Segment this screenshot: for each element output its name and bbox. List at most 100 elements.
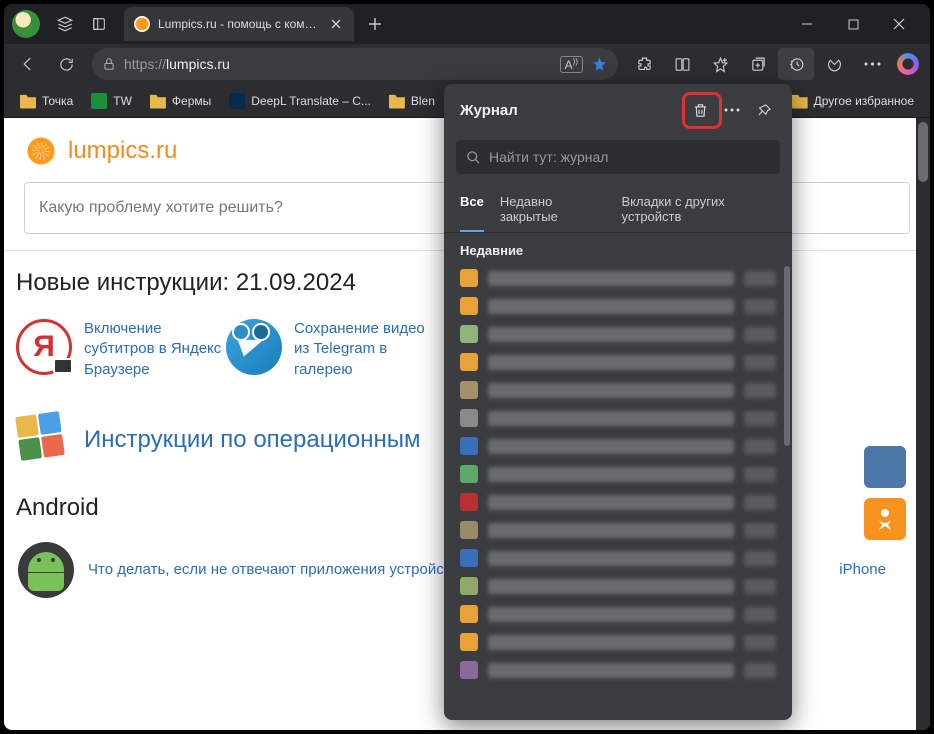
maximize-button[interactable] (830, 7, 876, 41)
history-favicon (460, 437, 478, 455)
url-prefix: https://lumpics.ru (124, 56, 230, 72)
new-tab-button[interactable] (360, 9, 390, 39)
history-tab-all[interactable]: Все (460, 188, 484, 232)
history-favicon (460, 633, 478, 651)
site-logo[interactable] (24, 134, 58, 168)
history-item[interactable] (444, 572, 792, 600)
history-pin-button[interactable] (748, 94, 780, 126)
history-item-time (744, 607, 776, 622)
tab-actions-icon[interactable] (82, 7, 116, 41)
history-item-title (488, 635, 734, 650)
titlebar: Lumpics.ru - помощь с компьют (4, 4, 930, 44)
lock-icon (102, 57, 116, 71)
history-favicon (460, 521, 478, 539)
history-tab-other[interactable]: Вкладки с других устройств (622, 188, 776, 232)
bookmark-tochka[interactable]: Точка (12, 89, 81, 113)
browser-tab[interactable]: Lumpics.ru - помощь с компьют (124, 7, 354, 41)
history-favicon (460, 353, 478, 371)
vertical-scrollbar[interactable] (916, 118, 930, 730)
history-more-button[interactable] (716, 94, 748, 126)
os-link[interactable]: Инструкции по операционным (84, 426, 420, 454)
history-item[interactable] (444, 488, 792, 516)
history-item[interactable] (444, 600, 792, 628)
split-screen-button[interactable] (664, 48, 700, 80)
history-tab-recent[interactable]: Недавно закрытые (500, 188, 606, 232)
site-name[interactable]: lumpics.ru (68, 137, 177, 165)
trash-icon (692, 102, 709, 119)
bookmark-fermy[interactable]: Фермы (142, 89, 219, 113)
reader-icon[interactable]: A)) (560, 56, 583, 73)
bookmark-blen[interactable]: Blen (381, 89, 443, 113)
vk-button[interactable] (864, 446, 906, 488)
bookmark-other[interactable]: Другое избранное (784, 89, 922, 113)
yandex-icon (16, 319, 72, 375)
bookmark-deepl[interactable]: DeepL Translate – С... (221, 89, 379, 113)
history-item[interactable] (444, 320, 792, 348)
history-item[interactable] (444, 544, 792, 572)
card-telegram-link[interactable]: Сохранение видео из Telegram в галерею (294, 319, 436, 380)
history-section-recent: Недавние (444, 233, 792, 264)
history-item-title (488, 355, 734, 370)
collections-button[interactable] (740, 48, 776, 80)
history-item-time (744, 355, 776, 370)
social-column (864, 446, 906, 540)
favorite-star-icon[interactable] (591, 56, 608, 73)
history-item-time (744, 299, 776, 314)
history-item[interactable] (444, 376, 792, 404)
history-item-time (744, 663, 776, 678)
history-favicon (460, 493, 478, 511)
history-item-title (488, 467, 734, 482)
history-item-title (488, 551, 734, 566)
history-item-title (488, 439, 734, 454)
iphone-link[interactable]: iPhone (839, 561, 886, 578)
pin-icon (757, 103, 772, 118)
history-button[interactable] (778, 48, 814, 80)
tab-close-icon[interactable] (328, 16, 344, 32)
ok-button[interactable] (864, 498, 906, 540)
profile-avatar[interactable] (12, 10, 40, 38)
history-item[interactable] (444, 628, 792, 656)
history-item[interactable] (444, 656, 792, 684)
copilot-button[interactable] (892, 48, 924, 80)
address-bar[interactable]: https://lumpics.ru A)) (92, 48, 618, 80)
history-item[interactable] (444, 516, 792, 544)
card-yandex[interactable]: Включение субтитров в Яндекс Браузере (16, 309, 226, 406)
history-search-input[interactable]: Найти тут: журнал (456, 140, 780, 174)
history-item[interactable] (444, 460, 792, 488)
history-favicon (460, 269, 478, 287)
close-window-button[interactable] (876, 7, 922, 41)
card-telegram[interactable]: Сохранение видео из Telegram в галерею (226, 309, 436, 406)
history-list[interactable] (444, 264, 792, 720)
history-scrollbar[interactable] (784, 266, 790, 446)
favorites-button[interactable] (702, 48, 738, 80)
performance-button[interactable] (816, 48, 852, 80)
history-item[interactable] (444, 404, 792, 432)
workspaces-icon[interactable] (48, 7, 82, 41)
history-item-title (488, 299, 734, 314)
history-favicon (460, 409, 478, 427)
more-button[interactable] (854, 48, 890, 80)
history-favicon (460, 577, 478, 595)
history-delete-button[interactable] (684, 94, 716, 126)
extensions-button[interactable] (626, 48, 662, 80)
history-item-time (744, 411, 776, 426)
history-item[interactable] (444, 264, 792, 292)
history-item[interactable] (444, 432, 792, 460)
back-button[interactable] (10, 48, 46, 80)
minimize-button[interactable] (784, 7, 830, 41)
tab-favicon (134, 16, 150, 32)
history-item-title (488, 495, 734, 510)
history-item-time (744, 467, 776, 482)
history-item-title (488, 327, 734, 342)
card-yandex-link[interactable]: Включение субтитров в Яндекс Браузере (84, 319, 226, 380)
history-item-time (744, 523, 776, 538)
history-item-title (488, 579, 734, 594)
refresh-button[interactable] (48, 48, 84, 80)
history-item[interactable] (444, 292, 792, 320)
history-item[interactable] (444, 348, 792, 376)
history-favicon (460, 549, 478, 567)
bookmark-tw[interactable]: TW (83, 89, 140, 113)
history-item-title (488, 383, 734, 398)
os-icon (18, 414, 70, 466)
android-icon (18, 542, 74, 598)
